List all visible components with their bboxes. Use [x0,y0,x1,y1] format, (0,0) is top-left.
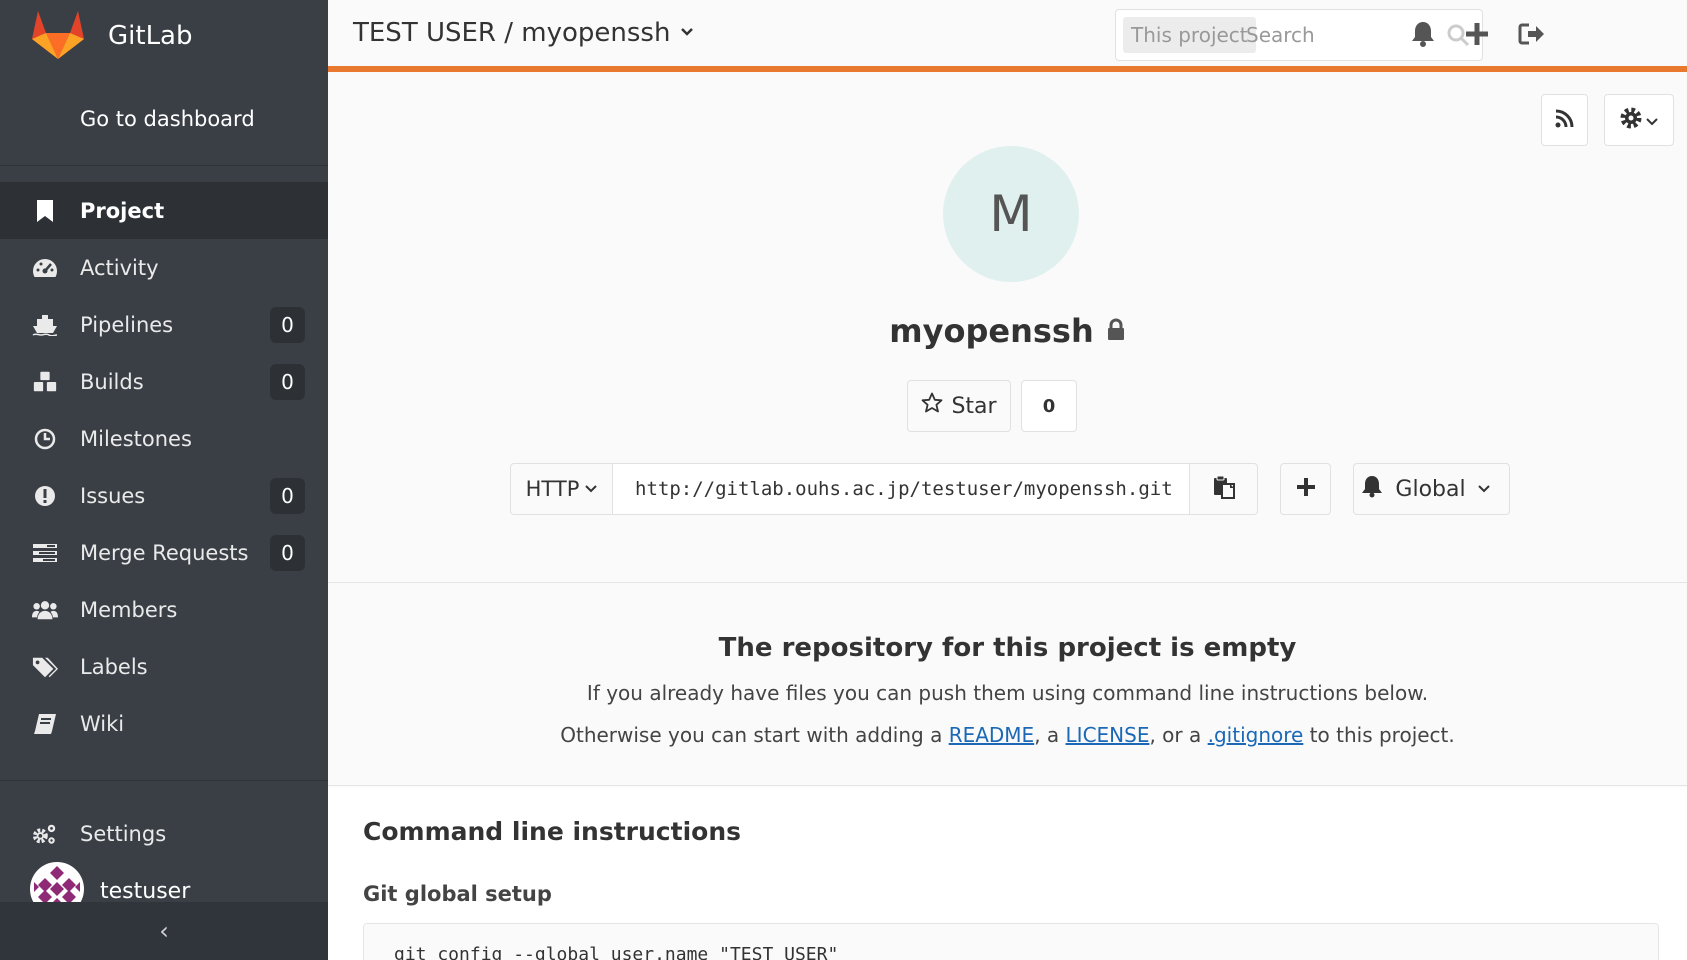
notification-level-dropdown[interactable]: Global [1353,463,1510,515]
builds-count-badge: 0 [270,363,305,400]
git-global-setup-heading: Git global setup [363,882,552,906]
star-count[interactable]: 0 [1021,380,1077,432]
main-content: M myopenssh Star 0 HTTP http://gitlab.ou… [328,78,1687,960]
project-header: M myopenssh Star 0 HTTP http://gitlab.ou… [328,78,1687,583]
star-group: Star 0 [907,380,1077,432]
sidebar-item-label: Pipelines [80,312,174,337]
add-new-button[interactable] [1280,463,1331,515]
collapse-sidebar-button[interactable]: ‹ [0,902,328,960]
sidebar-item-label: Project [80,198,165,223]
plus-icon[interactable] [1462,19,1492,49]
merge-requests-count-badge: 0 [270,534,305,571]
issues-count-badge: 0 [270,477,305,514]
notifications-bell-icon[interactable] [1408,19,1438,49]
sign-out-icon[interactable] [1517,19,1547,49]
add-readme-link[interactable]: README [949,723,1035,747]
gitlab-logo-icon [30,9,86,63]
sidebar-item-label: Members [80,597,178,622]
sidebar-item-members[interactable]: Members [0,581,328,638]
sidebar-item-pipelines[interactable]: Pipelines 0 [0,296,328,353]
clipboard-icon [1213,475,1235,503]
breadcrumb[interactable]: TEST USER / myopenssh [353,18,694,48]
project-name: myopenssh [889,312,1094,350]
star-icon [921,392,951,420]
chevron-down-icon [680,25,694,41]
empty-repository-notice: The repository for this project is empty… [328,583,1687,786]
sidebar-item-label: Merge Requests [80,540,249,565]
gear-icon [1620,107,1642,133]
sidebar-item-milestones[interactable]: Milestones [0,410,328,467]
dashboard-icon [32,256,58,280]
sidebar-item-label: Milestones [80,426,192,451]
cubes-icon [32,370,58,394]
chevron-down-icon [1477,482,1502,496]
clone-protocol-dropdown[interactable]: HTTP [510,463,613,515]
sidebar-item-activity[interactable]: Activity [0,239,328,296]
command-line-instructions: Command line instructions Git global set… [328,787,1687,960]
sidebar-nav: Project Activity Pipelines 0 Builds 0 Mi… [0,182,328,752]
chevron-down-icon [1646,111,1658,130]
project-avatar: M [943,146,1079,282]
sidebar-item-issues[interactable]: Issues 0 [0,467,328,524]
empty-repo-suggestion: Otherwise you can start with adding a RE… [328,723,1687,747]
sidebar-divider [0,780,328,781]
suggestion-text: Otherwise you can start with adding a [560,723,949,747]
copy-url-button[interactable] [1189,463,1258,515]
project-title: myopenssh [328,312,1687,350]
sidebar-item-project[interactable]: Project [0,182,328,239]
tasks-icon [32,541,58,565]
sidebar-item-builds[interactable]: Builds 0 [0,353,328,410]
empty-repo-instructions: If you already have files you can push t… [586,681,1429,705]
code-block[interactable]: git config --global user.name "TEST USER… [363,923,1659,960]
top-header: TEST USER / myopenssh This project [328,0,1687,72]
sidebar-item-label: Issues [80,483,146,508]
pipelines-count-badge: 0 [270,306,305,343]
clone-panel: HTTP Global [510,463,1510,515]
sidebar: GitLab Go to dashboard Project Activity … [0,0,328,960]
sidebar-item-label: Labels [80,654,148,679]
sidebar-item-labels[interactable]: Labels [0,638,328,695]
clock-icon [32,427,58,451]
sidebar-item-settings[interactable]: Settings [0,805,328,862]
cli-title: Command line instructions [363,817,742,846]
plus-icon [1296,477,1316,501]
chevron-left-icon: ‹ [159,917,169,945]
sidebar-item-wiki[interactable]: Wiki [0,695,328,752]
suggestion-text: to this project. [1303,723,1455,747]
brand-name: GitLab [108,21,193,51]
search-scope-label[interactable]: This project [1123,17,1256,53]
suggestion-text: , or a [1149,723,1208,747]
book-icon [32,712,58,736]
cogs-icon [32,822,58,846]
user-name: testuser [100,878,191,904]
clone-url-field[interactable] [613,463,1189,515]
users-icon [32,598,58,622]
rss-button[interactable] [1541,94,1588,146]
bookmark-icon [32,199,58,223]
star-label: Star [951,393,997,419]
notification-level-label: Global [1395,476,1466,502]
empty-repo-title: The repository for this project is empty [718,633,1297,663]
protocol-label: HTTP [525,477,580,501]
sidebar-item-label: Settings [80,821,167,846]
go-to-dashboard-link[interactable]: Go to dashboard [0,72,328,166]
sidebar-item-merge-requests[interactable]: Merge Requests 0 [0,524,328,581]
ship-icon [32,313,58,337]
exclamation-circle-icon [32,484,58,508]
sidebar-item-label: Activity [80,255,159,280]
suggestion-text: , a [1034,723,1066,747]
brand[interactable]: GitLab [0,0,328,72]
add-gitignore-link[interactable]: .gitignore [1208,723,1304,747]
star-button[interactable]: Star [907,380,1011,432]
bell-icon [1361,474,1395,504]
add-license-link[interactable]: LICENSE [1066,723,1150,747]
breadcrumb-text: TEST USER / myopenssh [353,18,671,48]
sidebar-item-label: Wiki [80,711,125,736]
project-settings-dropdown-button[interactable] [1604,94,1674,146]
lock-icon [1094,312,1126,350]
tags-icon [32,655,58,679]
chevron-down-icon [585,482,598,496]
rss-icon [1555,108,1575,132]
sidebar-item-label: Builds [80,369,144,394]
